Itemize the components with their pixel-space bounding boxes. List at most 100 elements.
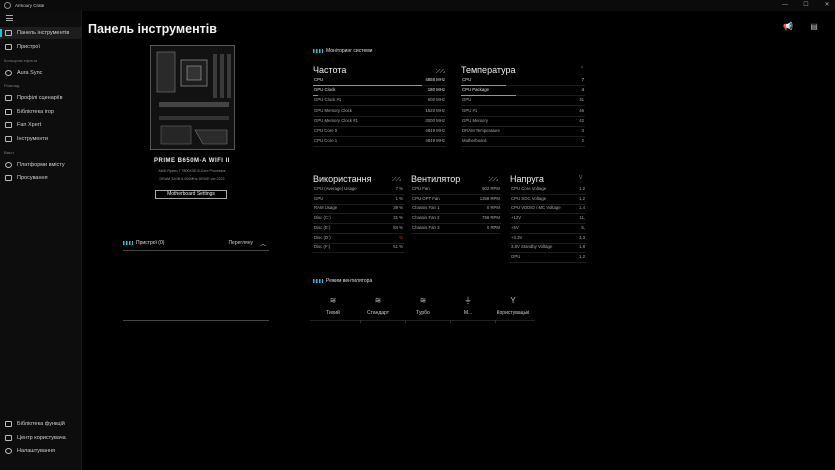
voltage-row: CPU VDDIO / MC Voltage 1,4 (510, 204, 586, 215)
announcement-icon[interactable]: 📢 (783, 22, 793, 31)
fan-mode-title: Режим вентилятора (313, 278, 372, 284)
sidebar-item-promotion[interactable]: Просування (0, 172, 82, 184)
fan-mode-label: М... (463, 310, 473, 316)
fan-label: CPU OPT Fan (412, 195, 440, 201)
motherboard-cpu: AMD Ryzen 7 7800X3D 8-Core Processor (158, 169, 226, 173)
sidebar-item-label: Центр користувача (17, 435, 66, 441)
temperature-row: GPU Memory 42 (461, 117, 585, 127)
sidebar-item-aura-sync[interactable]: Aura Sync (0, 67, 82, 79)
page-title: Панель інструментів (88, 22, 217, 36)
sidebar-item-tools[interactable]: Інструменти (0, 133, 82, 145)
voltage-value: 1,8 (579, 244, 585, 250)
temperature-unit: ° (581, 66, 583, 72)
devices-title: Пристрої (0) (123, 240, 164, 246)
usage-row: RAM Usage 39 % (313, 204, 404, 215)
fan-row: Chassis Fan 2 756 RPM (411, 214, 501, 225)
temperature-row: CPU 7 (461, 76, 585, 86)
temperature-title: Температура (461, 65, 516, 75)
section-label-tools: Розклад (4, 83, 20, 88)
fan-mode-option[interactable]: ≋ Тихий (309, 296, 357, 316)
fan-row: CPU OPT Fan 1358 RPM (411, 195, 501, 205)
maximize-button[interactable]: ☐ (801, 1, 811, 10)
usage-value: 31 % (393, 215, 403, 221)
platforms-icon (5, 162, 12, 168)
sidebar-item-label: Інструменти (17, 136, 48, 142)
devices-view-link[interactable]: Перегляну (228, 240, 253, 246)
sidebar-item-dashboard[interactable]: Панель інструментів (0, 27, 82, 39)
voltage-label: +5V (511, 224, 519, 230)
fans-title: Вентилятор (411, 174, 461, 184)
sidebar-item-label: Aura Sync (17, 70, 43, 76)
temperature-value: 46 (579, 107, 584, 113)
temperature-row: CPU Package 4 (461, 86, 585, 97)
title-bar: Armoury Crate — ☐ ✕ (0, 0, 835, 11)
fan-mode-option[interactable]: ≋ Турбо (399, 296, 447, 316)
sidebar-item-content-platforms[interactable]: Платформи вмісту (0, 159, 82, 171)
frequency-value: 4849 MHz (425, 128, 445, 133)
voltage-row: CPU SOC Voltage 1,2 (510, 195, 586, 205)
dashboard-icon (5, 30, 12, 36)
profiles-icon (5, 95, 12, 101)
temperature-value: 42 (579, 117, 584, 123)
temperature-label: CPU (462, 77, 472, 82)
frequency-row: GPU Clock 180 MHz (313, 86, 446, 97)
promotion-icon (5, 175, 12, 181)
usage-title: Використання (313, 174, 372, 184)
frequency-label: GPU Clock #1 (314, 97, 342, 103)
fans-decor-icon (489, 177, 498, 181)
frequency-decor-icon (436, 69, 445, 73)
devices-icon (5, 44, 12, 50)
usage-row: GPU 1 % (313, 195, 404, 205)
fan-mode-divider (310, 320, 535, 321)
sidebar-item-user-center[interactable]: Центр користувача (0, 432, 82, 444)
voltage-label: +3.3V (511, 234, 523, 240)
devices-panel (123, 250, 269, 321)
temperature-value: 2 (581, 138, 584, 144)
frequency-row: GPU Clock #1 600 MHz (313, 96, 446, 107)
fan-mode-option[interactable]: Y Користувацькі (489, 296, 537, 316)
frequency-title: Частота (313, 65, 347, 75)
usage-value: 51 % (393, 244, 403, 250)
standard-fan-icon: ≋ (374, 296, 382, 305)
fan-label: CPU Fan (412, 186, 430, 191)
menu-icon[interactable] (6, 15, 13, 21)
temperature-row: GPU 31 (461, 96, 585, 107)
sidebar-item-settings[interactable]: Налаштування (0, 445, 82, 457)
voltage-value: 1,2 (579, 195, 585, 201)
voltage-label: CPU SOC Voltage (511, 195, 547, 201)
frequency-value: 3000 MHz (425, 117, 445, 123)
usage-value: % (399, 234, 403, 240)
fan-row: CPU Fan 902 RPM (411, 185, 501, 195)
usage-decor-icon (392, 177, 401, 181)
sidebar-item-devices[interactable]: Пристрої (0, 41, 82, 53)
chevron-up-icon[interactable]: ︿ (260, 239, 266, 248)
section-label-content: Вміст (4, 150, 15, 155)
news-icon[interactable]: ▤ (809, 22, 819, 31)
feature-library-icon (5, 421, 12, 427)
minimize-button[interactable]: — (780, 1, 790, 10)
fan-mode-label: Користувацькі (496, 310, 530, 316)
fan-value: 1358 RPM (479, 195, 500, 201)
frequency-value: 600 MHz (427, 97, 445, 103)
frequency-row: CPU Core 0 4849 MHz (313, 127, 446, 137)
temperature-value: 31 (579, 97, 584, 103)
voltage-value: 5, (581, 224, 585, 230)
usage-row: Disc (F:) 51 % (313, 243, 404, 254)
motherboard-settings-button[interactable]: Motherboard Settings (155, 190, 227, 199)
fan-mode-option[interactable]: ≋ Стандарт (354, 296, 402, 316)
settings-icon (5, 448, 12, 454)
close-button[interactable]: ✕ (822, 1, 832, 10)
temperature-label: Motherboard (462, 138, 487, 144)
sidebar-item-label: Просування (17, 175, 48, 181)
monitoring-title: Моніторинг системи (313, 48, 372, 54)
sidebar-item-game-library[interactable]: Бібліотека ігор (0, 106, 82, 118)
motherboard-image (150, 45, 235, 150)
usage-label: CPU (Average) Usage (314, 186, 357, 191)
sidebar-item-fan-xpert[interactable]: Fan Xpert (0, 119, 82, 131)
frequency-label: CPU Core 0 (314, 128, 338, 133)
fan-mode-option[interactable]: ⏚ М... (444, 296, 492, 316)
temperature-row: DRAM Temperature 3 (461, 127, 585, 137)
frequency-value: 1620 MHz (425, 107, 445, 113)
sidebar-item-scenario-profiles[interactable]: Профілі сценаріїв (0, 92, 82, 104)
sidebar-item-feature-library[interactable]: Бібліотека функцій (0, 418, 82, 430)
